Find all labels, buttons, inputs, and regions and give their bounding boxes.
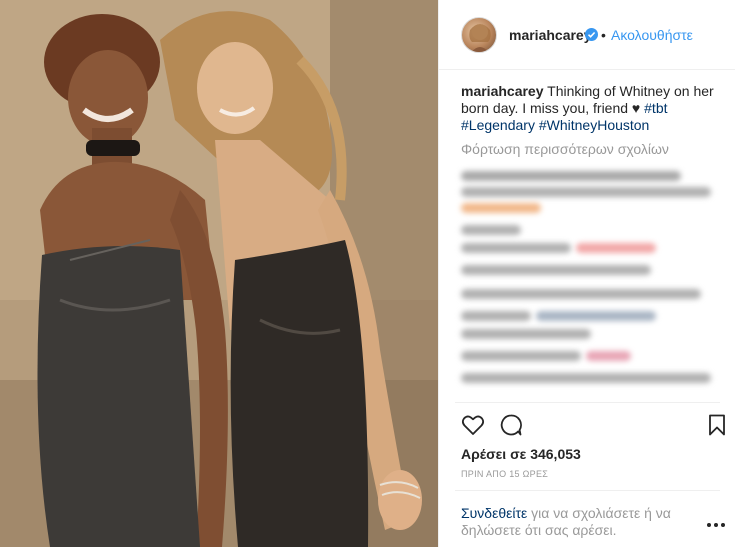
more-options-icon[interactable] (706, 522, 726, 528)
comment-placeholder (461, 225, 521, 235)
comment-placeholder (461, 351, 581, 361)
comment-placeholder (461, 243, 571, 253)
post-sidebar: mariahcarey • Ακολουθήστε mariahcarey Th… (438, 0, 735, 547)
comment-placeholder (576, 243, 656, 253)
comment-placeholder (461, 203, 541, 213)
comment-bubble-icon[interactable] (499, 413, 523, 437)
username-link[interactable]: mariahcarey (509, 27, 592, 43)
separator-dot: • (601, 27, 606, 43)
comment-placeholder (461, 373, 711, 383)
heart-icon[interactable] (461, 413, 485, 437)
comment-placeholder (586, 351, 631, 361)
avatar-image (469, 24, 491, 52)
comment-placeholder (461, 289, 701, 299)
comment-placeholder (461, 265, 651, 275)
hashtag-tbt[interactable]: #tbt (644, 100, 667, 116)
follow-button[interactable]: Ακολουθήστε (611, 27, 693, 43)
divider (455, 490, 720, 491)
hashtag-legendary[interactable]: #Legendary (461, 117, 535, 133)
caption-username[interactable]: mariahcarey (461, 83, 544, 99)
post-caption: mariahcarey Thinking of Whitney on her b… (461, 83, 721, 134)
comment-placeholder (461, 329, 591, 339)
avatar[interactable] (461, 17, 497, 53)
divider (455, 402, 720, 403)
login-link[interactable]: Συνδεθείτε (461, 505, 527, 521)
hashtag-whitneyhouston[interactable]: #WhitneyHouston (539, 117, 650, 133)
comment-placeholder (461, 171, 681, 181)
comment-placeholder (461, 311, 531, 321)
post-photo[interactable] (0, 0, 438, 547)
load-more-comments-button[interactable]: Φόρτωση περισσότερων σχολίων (461, 141, 669, 157)
photo-illustration (0, 0, 438, 547)
login-prompt: Συνδεθείτε για να σχολιάσετε ή να δηλώσε… (461, 505, 691, 539)
comment-placeholder (461, 187, 711, 197)
post-header: mariahcarey • Ακολουθήστε (439, 0, 735, 70)
verified-badge-icon (585, 28, 598, 41)
action-bar (461, 413, 731, 439)
comment-placeholder (536, 311, 656, 321)
bookmark-icon[interactable] (705, 413, 729, 437)
likes-count[interactable]: Αρέσει σε 346,053 (461, 446, 581, 462)
post-timestamp[interactable]: ΠΡΙΝ ΑΠΟ 15 ΩΡΕΣ (461, 469, 548, 479)
